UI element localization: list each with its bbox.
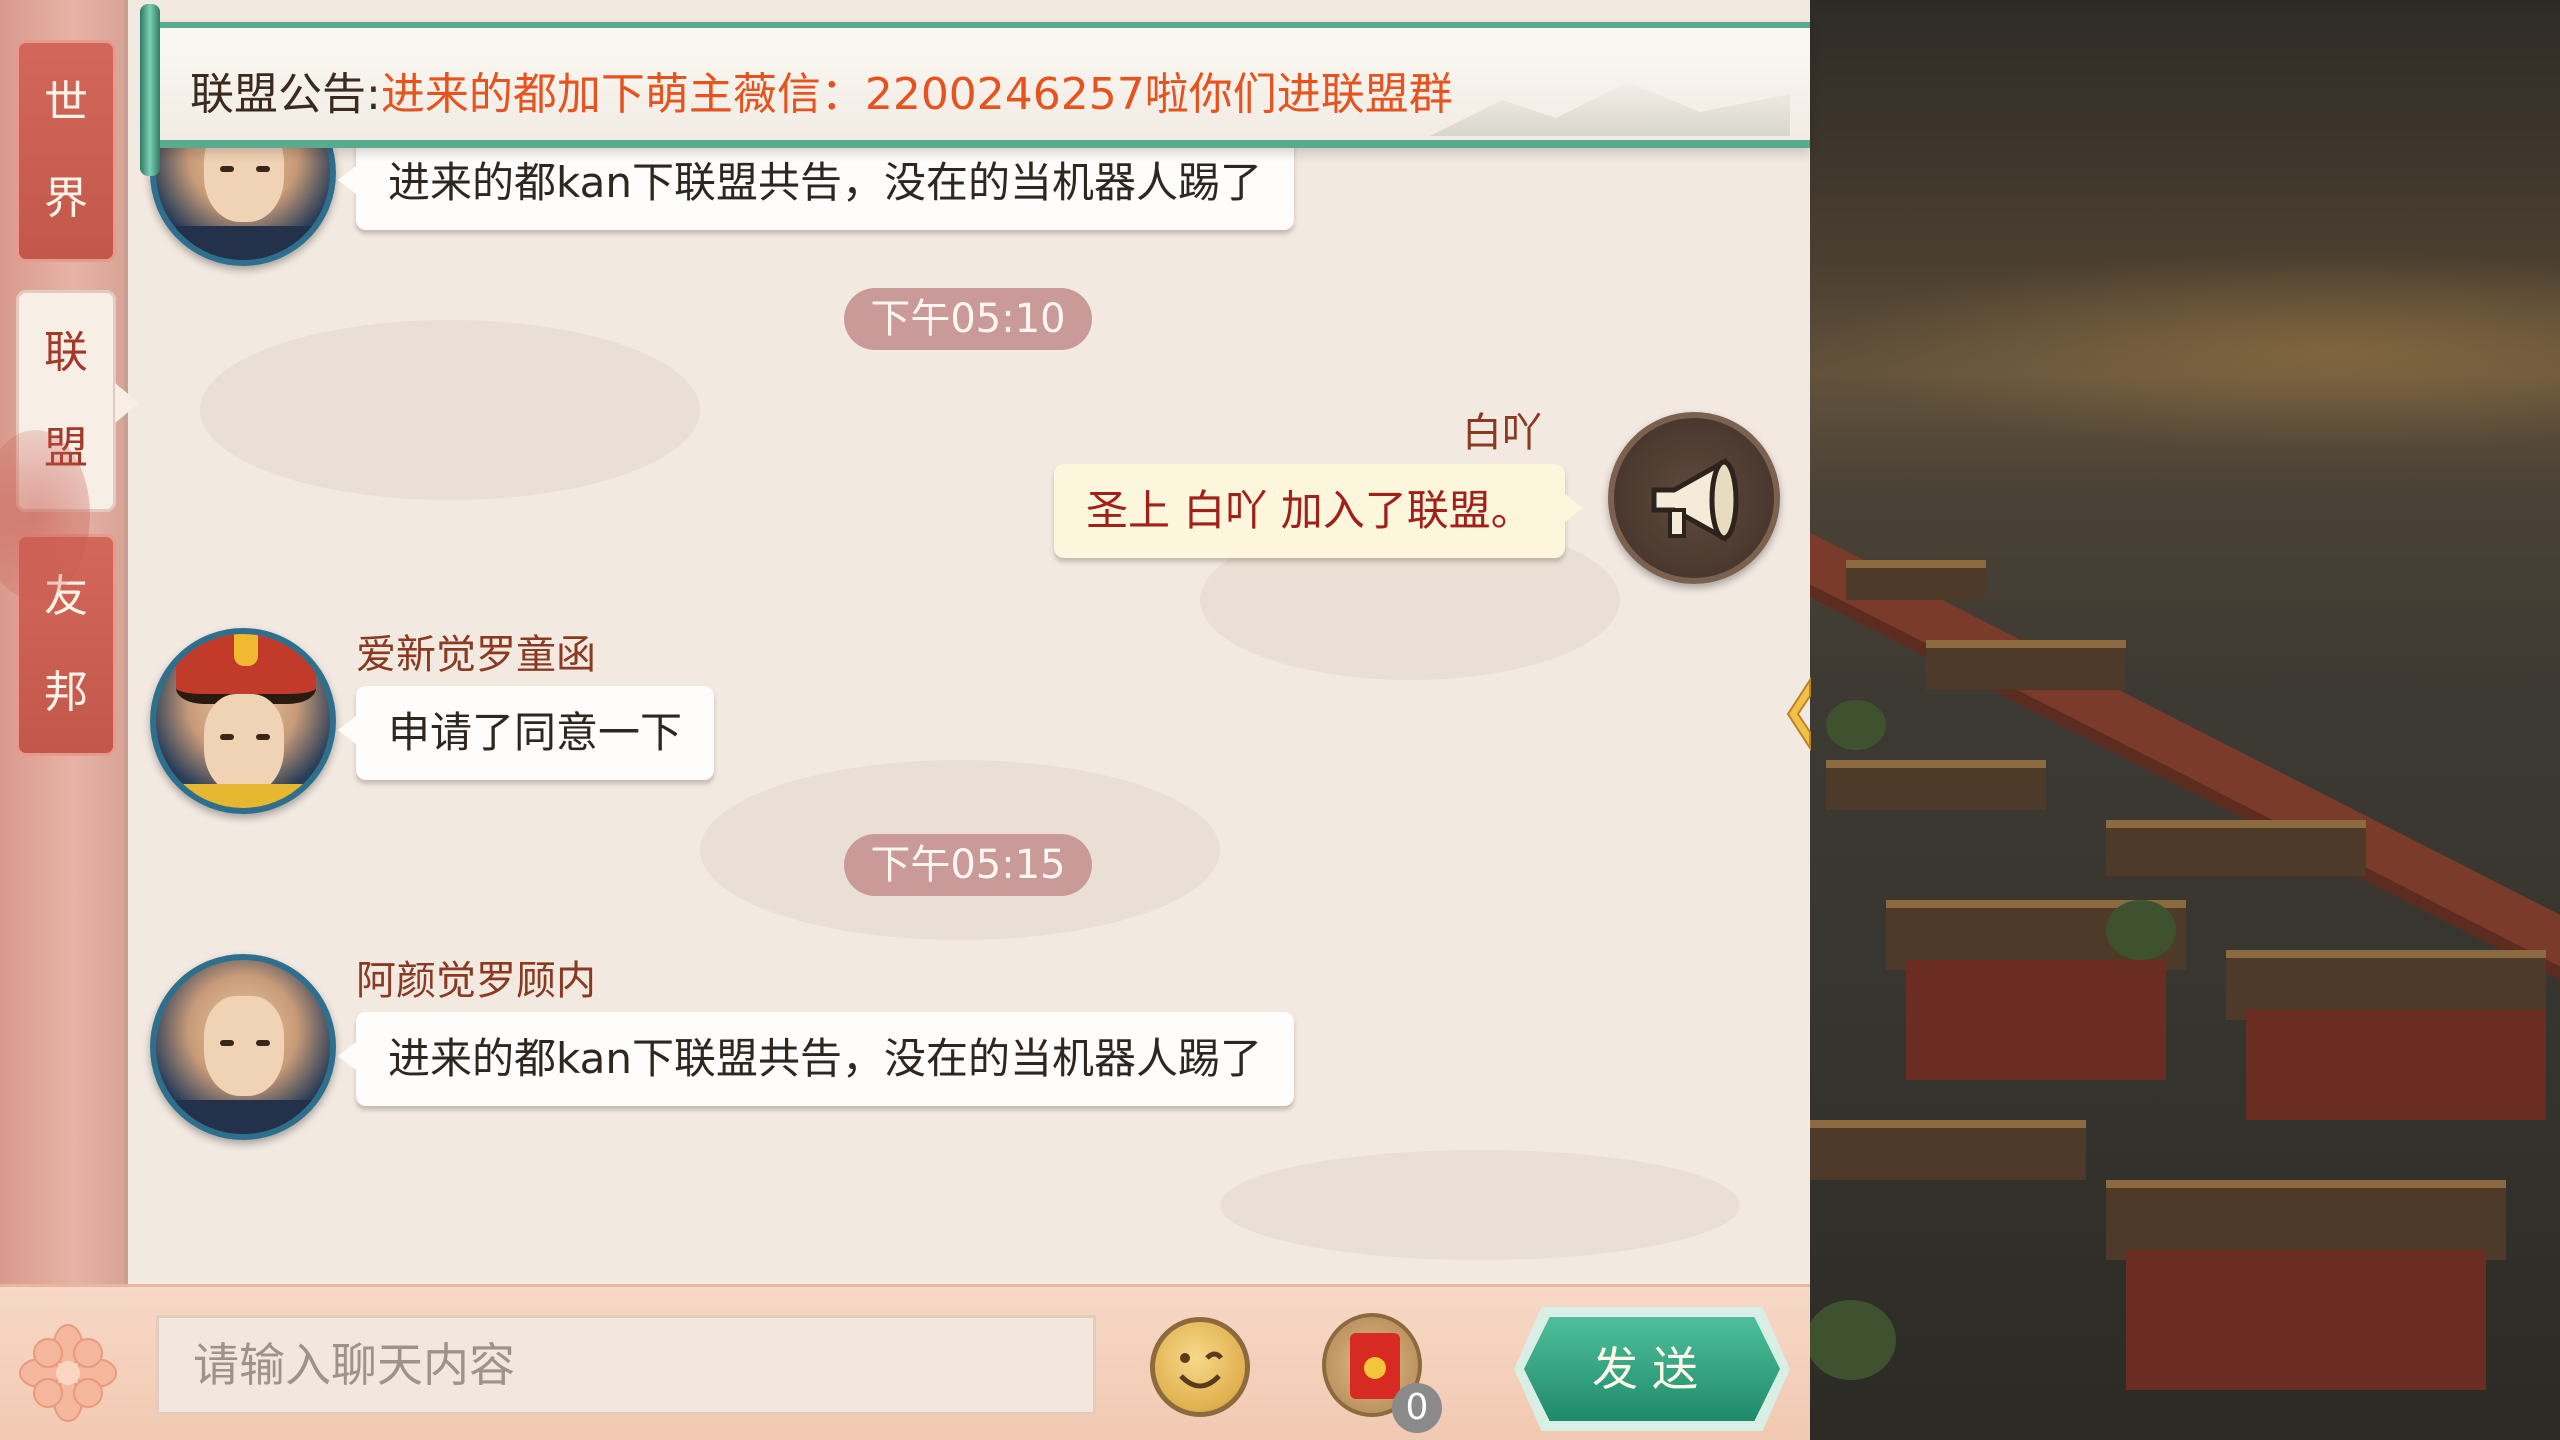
avatar-hat [176,634,316,704]
timestamp: 下午05:15 [844,834,1092,896]
roof [1846,560,1986,600]
megaphone-icon [1608,412,1780,584]
send-button[interactable]: 发送 [1524,1317,1780,1421]
tree [2106,900,2176,960]
roof [2106,1180,2506,1260]
hall [1906,960,2166,1080]
avatar[interactable] [150,628,336,814]
tab-label: 友 [44,571,88,622]
announcement-text: 联盟公告:进来的都加下萌主薇信：2200246257啦你们进联盟群 [190,58,1453,122]
avatar-eye [256,1040,270,1046]
avatar-eye [256,734,270,740]
alliance-announcement[interactable]: 联盟公告:进来的都加下萌主薇信：2200246257啦你们进联盟群 [140,4,1810,176]
avatar-eye [220,734,234,740]
cloud-decor [1220,1150,1740,1260]
cloud-decor [200,320,700,500]
envelope-coin [1364,1357,1386,1379]
tab-label: 盟 [44,423,88,474]
tree [1806,1300,1896,1380]
chat-input-bar: 请输入聊天内容 0 发送 [0,1284,1810,1440]
announcement-prefix: 联盟公告: [190,69,381,120]
tab-label: 联 [44,327,88,378]
red-envelope-icon[interactable]: 0 [1322,1313,1442,1433]
channel-tabs: 世 界 联 盟 友 邦 [0,0,139,1290]
chevron-left-icon[interactable] [1784,676,1814,752]
avatar-eye [256,166,270,172]
roof [1826,760,2046,810]
message-bubble[interactable]: 申请了同意一下 [337,686,715,780]
flower-icon [18,1323,118,1423]
roof [2106,820,2366,876]
message-bubble[interactable]: 进来的都kan下联盟共告，没在的当机器人踢了 [338,1012,1294,1106]
tab-alliance[interactable]: 联 盟 [16,290,139,512]
roof [1806,1120,2086,1180]
smiley-face-icon[interactable] [1150,1317,1250,1417]
red-packet-count: 0 [1392,1383,1442,1433]
hat-knob [234,634,258,666]
tab-label: 世 [44,77,88,128]
tab-allies[interactable]: 友 邦 [16,534,116,756]
hall [2246,1010,2546,1120]
timestamp: 下午05:10 [844,288,1092,350]
announcement-content: 进来的都加下萌主薇信：2200246257啦你们进联盟群 [380,69,1453,120]
system-message-bubble[interactable]: 圣上 白吖 加入了联盟。 [1054,464,1583,558]
sender-name[interactable]: 阿颜觉罗顾内 [356,948,596,1006]
tree [1826,700,1886,750]
hall [2126,1250,2486,1390]
envelope [1350,1333,1400,1399]
avatar-eye [220,1040,234,1046]
sender-name[interactable]: 白吖 [1462,400,1542,458]
avatar-face [204,694,284,794]
scroll-rod [140,4,160,176]
avatar[interactable] [150,954,336,1140]
chat-input[interactable]: 请输入聊天内容 [156,1315,1096,1415]
tab-label: 邦 [44,667,88,718]
message-bubble[interactable]: 进来的都kan下联盟共告，没在的当机器人踢了 [338,136,1294,230]
tab-label: 界 [44,173,88,224]
roof [1926,640,2126,690]
sender-name[interactable]: 爱新觉罗童函 [356,622,596,680]
tab-world[interactable]: 世 界 [16,40,116,262]
sky-glow [1806,250,2560,450]
avatar-eye [220,166,234,172]
avatar-face [204,996,284,1096]
mountain-decor [1430,82,1790,136]
palace-background [1806,0,2560,1440]
